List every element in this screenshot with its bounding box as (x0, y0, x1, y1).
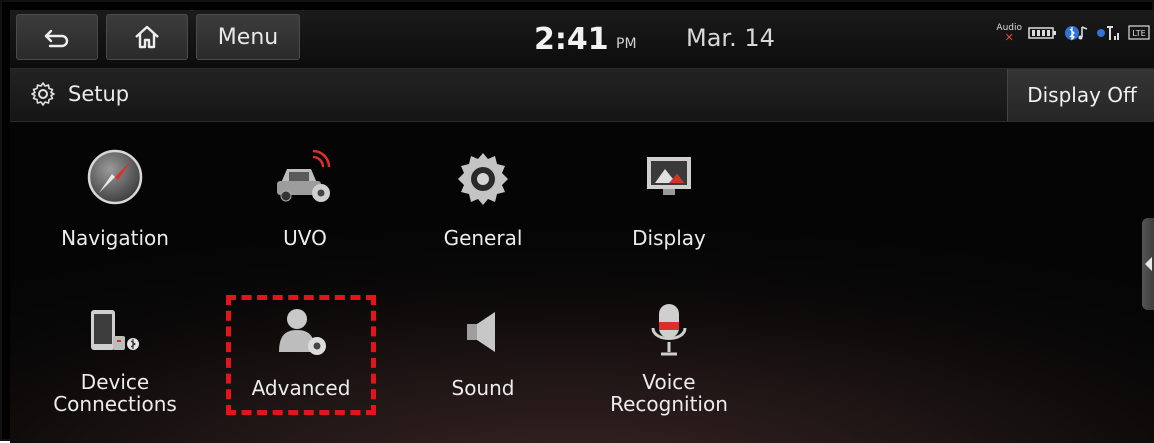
audio-muted-icon: Audio ✕ (996, 23, 1022, 44)
top-bar: Menu 2:41 PM Mar. 14 Audio ✕ LTE (10, 10, 1154, 69)
connected-car-icon (277, 149, 331, 202)
display-icon (647, 157, 691, 195)
sound-button[interactable]: Sound (408, 300, 558, 420)
navigation-label: Navigation (61, 226, 169, 250)
gear-icon (31, 82, 55, 106)
navigation-button[interactable]: Navigation (40, 147, 190, 250)
microphone-icon (651, 304, 687, 356)
back-button[interactable] (16, 14, 98, 60)
clock-date: Mar. 14 (686, 24, 775, 52)
page-title: Setup (68, 82, 130, 106)
device-connections-label-line2: Connections (53, 392, 177, 416)
setup-header: Setup Display Off (10, 69, 1154, 122)
device-connections-label-line1: Device (80, 370, 150, 394)
display-off-button[interactable]: Display Off (1007, 69, 1154, 121)
device-connections-button[interactable]: Device Connections (40, 300, 190, 420)
voice-recognition-button[interactable]: Voice Recognition (594, 300, 744, 420)
menu-button[interactable]: Menu (196, 14, 300, 60)
clock-ampm: PM (616, 36, 637, 52)
uvo-label: UVO (283, 226, 327, 250)
side-panel-handle[interactable] (1142, 218, 1154, 310)
back-arrow-icon (44, 29, 69, 48)
general-button[interactable]: General (408, 147, 558, 250)
infotainment-screen: Menu 2:41 PM Mar. 14 Audio ✕ LTE Setup D… (10, 10, 1154, 443)
sound-label: Sound (451, 376, 515, 400)
cog-icon (458, 153, 508, 205)
battery-icon (1028, 27, 1056, 39)
uvo-button[interactable]: UVO (230, 147, 380, 250)
display-label: Display (632, 226, 706, 250)
clock-time: 2:41 (534, 22, 609, 57)
bluetooth-audio-icon (1065, 26, 1088, 41)
voice-recognition-label-line1: Voice (642, 370, 696, 394)
voice-recognition-label: Voice Recognition (594, 371, 744, 415)
lte-icon: LTE (1128, 25, 1150, 40)
display-frame: Menu 2:41 PM Mar. 14 Audio ✕ LTE Setup D… (0, 0, 1154, 443)
compass-icon (87, 149, 143, 205)
display-button[interactable]: Display (594, 147, 744, 250)
general-label: General (443, 226, 523, 250)
status-icons: Audio ✕ LTE (996, 23, 1150, 44)
home-button[interactable] (106, 14, 188, 60)
home-icon (135, 25, 159, 49)
speaker-icon (467, 312, 495, 352)
voice-recognition-label-line2: Recognition (610, 392, 728, 416)
highlight-box (226, 295, 376, 415)
lte-label: LTE (1132, 29, 1145, 38)
signal-icon (1097, 26, 1119, 40)
menu-label: Menu (217, 24, 279, 50)
device-connections-label: Device Connections (40, 371, 190, 415)
device-connections-icon (91, 310, 139, 350)
